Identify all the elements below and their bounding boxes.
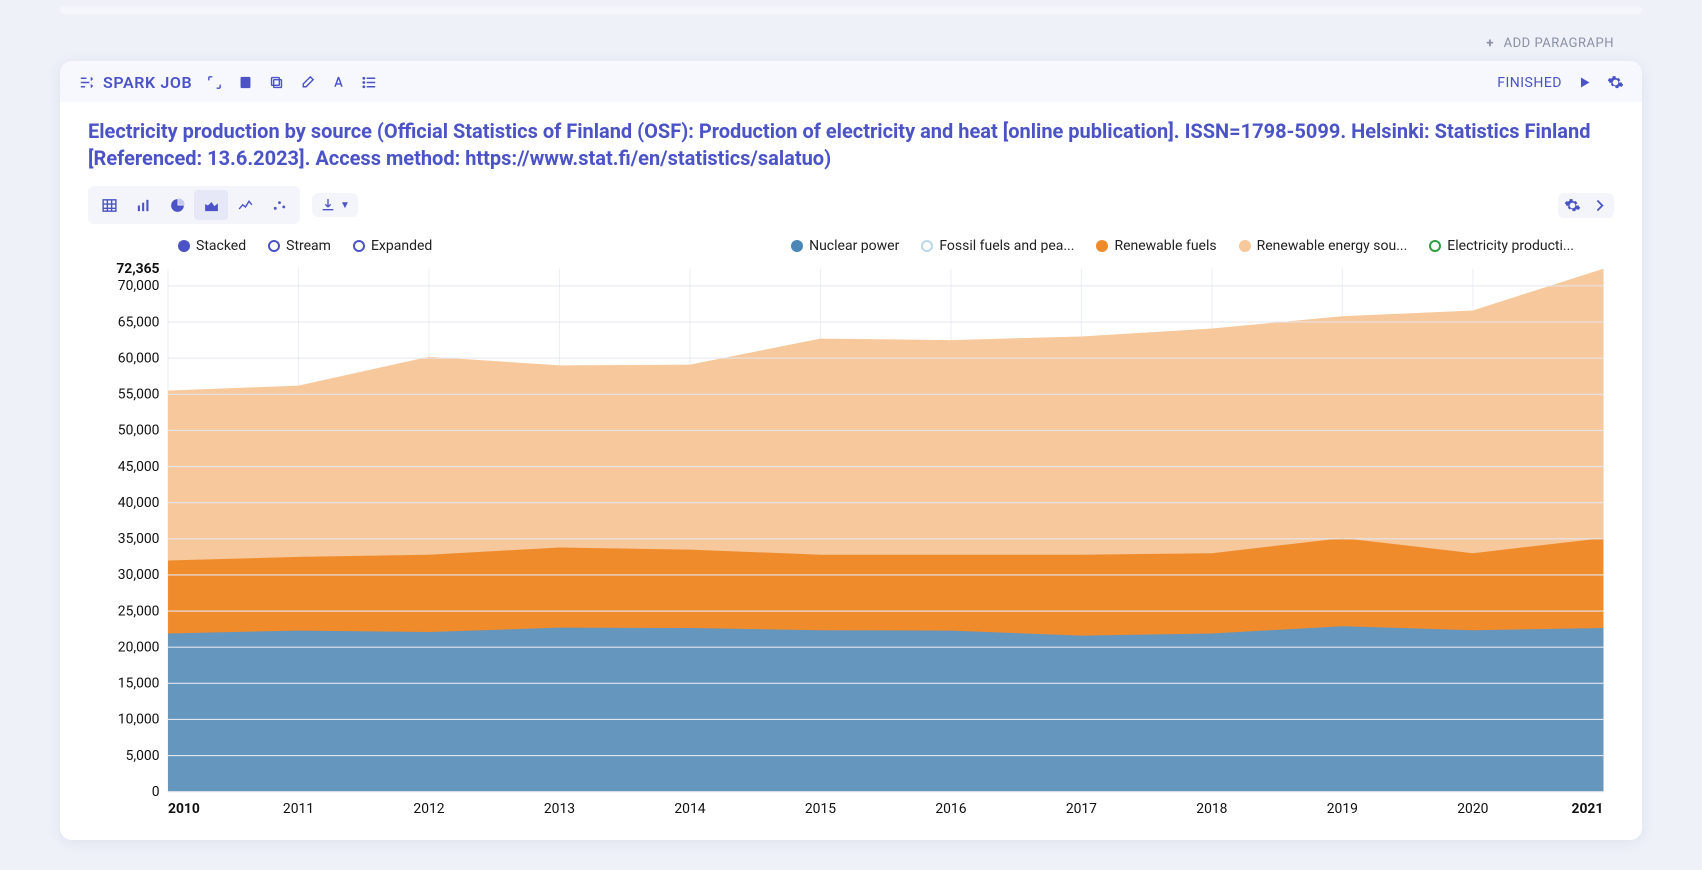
svg-text:2021: 2021 <box>1572 801 1604 817</box>
add-paragraph-button[interactable]: + ADD PARAGRAPH <box>1486 36 1614 51</box>
svg-text:0: 0 <box>152 784 160 800</box>
series-legend-item[interactable]: Nuclear power <box>791 238 899 254</box>
plus-icon: + <box>1486 36 1494 51</box>
expand-icon[interactable] <box>206 74 223 91</box>
mode-legend-item[interactable]: Stacked <box>178 238 246 254</box>
list-icon[interactable] <box>361 74 378 91</box>
book-icon[interactable] <box>237 74 254 91</box>
play-icon[interactable] <box>1576 74 1593 91</box>
svg-text:70,000: 70,000 <box>118 278 160 294</box>
svg-text:2016: 2016 <box>935 801 966 817</box>
svg-text:25,000: 25,000 <box>118 603 160 619</box>
download-menu[interactable]: ▼ <box>312 193 358 217</box>
spark-job-label: SPARK JOB <box>78 73 192 92</box>
notebook-paragraph-card: SPARK JOB FINISHED Electricity productio… <box>60 61 1642 840</box>
svg-text:2014: 2014 <box>674 801 705 817</box>
stacked-area-chart[interactable]: 0 5,000 10,000 15,000 20,000 25,000 30,000 35,0… <box>88 256 1614 822</box>
mode-legend-item[interactable]: Stream <box>268 238 331 254</box>
svg-text:60,000: 60,000 <box>118 350 160 366</box>
series-legend-item[interactable]: Renewable fuels <box>1096 238 1216 254</box>
status-label: FINISHED <box>1497 75 1562 91</box>
erase-icon[interactable] <box>299 74 316 91</box>
viz-scatter-button[interactable] <box>262 190 296 220</box>
viz-pie-button[interactable] <box>160 190 194 220</box>
chart-settings-icon[interactable] <box>1564 197 1581 214</box>
gear-icon[interactable] <box>1607 74 1624 91</box>
series-legend-item[interactable]: Renewable energy sou... <box>1239 238 1408 254</box>
svg-text:2015: 2015 <box>805 801 836 817</box>
svg-text:10,000: 10,000 <box>118 712 160 728</box>
svg-text:15,000: 15,000 <box>118 676 160 692</box>
svg-text:2018: 2018 <box>1196 801 1227 817</box>
svg-text:65,000: 65,000 <box>118 314 160 330</box>
svg-text:2013: 2013 <box>544 801 575 817</box>
series-legend-item[interactable]: Fossil fuels and pea... <box>921 238 1074 254</box>
svg-text:72,365: 72,365 <box>116 261 159 277</box>
viz-bar-button[interactable] <box>126 190 160 220</box>
svg-text:55,000: 55,000 <box>118 387 160 403</box>
chart-legends: Stacked Stream Expanded Nuclear power Fossi… <box>88 234 1614 256</box>
svg-text:2020: 2020 <box>1457 801 1488 817</box>
svg-text:50,000: 50,000 <box>118 423 160 439</box>
viz-table-button[interactable] <box>92 190 126 220</box>
viz-line-button[interactable] <box>228 190 262 220</box>
add-paragraph-label: ADD PARAGRAPH <box>1504 36 1614 51</box>
viz-type-group <box>88 186 300 224</box>
chart-title: Electricity production by source (Offici… <box>60 102 1642 182</box>
svg-text:2019: 2019 <box>1327 801 1358 817</box>
svg-text:5,000: 5,000 <box>126 748 160 764</box>
svg-text:35,000: 35,000 <box>118 531 160 547</box>
copy-icon[interactable] <box>268 74 285 91</box>
svg-text:2010: 2010 <box>168 801 200 817</box>
svg-text:45,000: 45,000 <box>118 459 160 475</box>
caret-down-icon: ▼ <box>340 200 350 211</box>
svg-text:20,000: 20,000 <box>118 639 160 655</box>
spark-icon <box>78 74 95 91</box>
chevron-right-icon[interactable] <box>1591 197 1608 214</box>
svg-text:2011: 2011 <box>283 801 314 817</box>
series-legend-item[interactable]: Electricity producti... <box>1429 238 1574 254</box>
svg-text:40,000: 40,000 <box>118 495 160 511</box>
paragraph-toolbar: SPARK JOB FINISHED <box>60 61 1642 102</box>
mode-legend-item[interactable]: Expanded <box>353 238 432 254</box>
svg-text:2012: 2012 <box>413 801 444 817</box>
font-icon[interactable] <box>330 74 347 91</box>
svg-text:2017: 2017 <box>1066 801 1097 817</box>
viz-area-button[interactable] <box>194 190 228 220</box>
svg-text:30,000: 30,000 <box>118 567 160 583</box>
